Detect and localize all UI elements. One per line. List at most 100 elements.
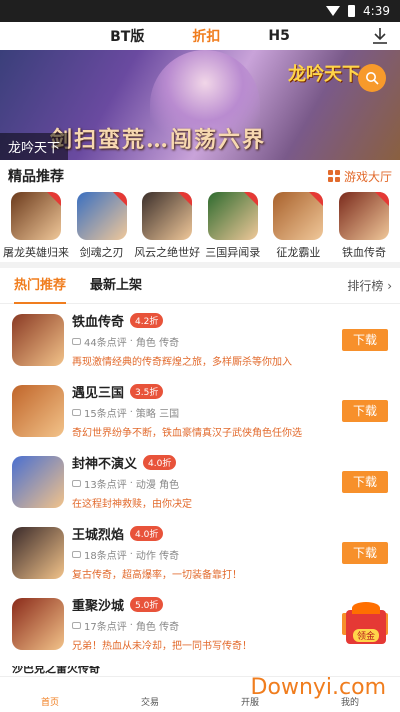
- partial-game-name: 沙巴克之雷火传奇: [12, 666, 100, 675]
- recommend-item-name: 剑魂之刃: [79, 246, 124, 259]
- game-info: 遇见三国 3.5折 15条点评 · 策略 三国 奇幻世界纷争不断，铁血豪情真汉子…: [72, 382, 342, 439]
- game-icon: [207, 192, 258, 240]
- game-icon: [12, 526, 64, 579]
- game-name: 王城烈焰: [72, 528, 125, 543]
- battery-icon: [348, 5, 356, 17]
- discount-corner-badge: [47, 192, 61, 206]
- recommend-item-name: 风云之绝世好: [134, 246, 201, 259]
- status-bar: 4:39: [0, 0, 400, 22]
- game-tags: 策略 三国: [135, 409, 180, 420]
- discount-badge: 3.5折: [130, 384, 164, 399]
- game-icon: [12, 384, 64, 437]
- list-tabs: 热门推荐 最新上架 排行榜 ›: [0, 268, 400, 304]
- game-icon: [338, 192, 389, 240]
- meta-dot: ·: [129, 478, 133, 489]
- gift-cap-icon: [352, 602, 380, 614]
- tab-new[interactable]: 最新上架: [90, 268, 142, 304]
- gift-box-icon: 领金: [346, 610, 386, 644]
- recommend-item[interactable]: 铁血传奇: [332, 188, 396, 260]
- recommend-header: 精品推荐 游戏大厅: [0, 164, 400, 188]
- banner-caption: 龙吟天下: [0, 133, 69, 160]
- game-description: 在这程封神救赎，由你决定: [72, 499, 192, 510]
- game-name: 封神不演义: [72, 457, 138, 472]
- recommend-item-name: 征龙霸业: [276, 246, 321, 259]
- game-meta: 13条点评 · 动漫 角色: [72, 476, 342, 491]
- recommend-item[interactable]: 剑魂之刃: [70, 188, 134, 260]
- discount-badge: 4.0折: [143, 455, 177, 470]
- recommend-item[interactable]: 征龙霸业: [266, 188, 330, 260]
- review-count: 13条点评: [84, 480, 127, 491]
- meta-dot: ·: [129, 336, 133, 347]
- discount-corner-badge: [112, 192, 127, 206]
- game-tags: 角色 传奇: [135, 622, 180, 633]
- game-title-line: 封神不演义 4.0折: [72, 453, 342, 472]
- recommend-item[interactable]: 风云之绝世好: [134, 188, 201, 260]
- discount-corner-badge: [178, 192, 193, 206]
- game-icon: [273, 192, 324, 240]
- game-title-line: 重聚沙城 5.0折: [72, 595, 342, 614]
- banner-logo: 龙吟天下: [288, 64, 360, 85]
- download-button[interactable]: 下载: [342, 328, 388, 351]
- comment-icon: [72, 551, 81, 558]
- game-info: 封神不演义 4.0折 13条点评 · 动漫 角色 在这程封神救赎，由你决定: [72, 453, 342, 510]
- list-item[interactable]: 封神不演义 4.0折 13条点评 · 动漫 角色 在这程封神救赎，由你决定 下载: [0, 446, 400, 517]
- game-info: 铁血传奇 4.2折 44条点评 · 角色 传奇 再现激情经典的传奇辉煌之旅，多样…: [72, 311, 342, 368]
- recommend-item[interactable]: 屠龙英雄归来: [3, 188, 69, 260]
- game-description: 奇幻世界纷争不断，铁血豪情真汉子武侠角色任你选: [72, 428, 302, 439]
- game-hall-label: 游戏大厅: [343, 169, 392, 184]
- list-item[interactable]: 重聚沙城 5.0折 17条点评 · 角色 传奇 兄弟！热血从未冷却，把一同书写传…: [0, 588, 400, 659]
- game-icon: [11, 192, 61, 240]
- game-icon: [12, 597, 64, 650]
- game-name: 铁血传奇: [72, 315, 125, 330]
- discount-corner-badge: [309, 192, 324, 206]
- game-meta: 44条点评 · 角色 传奇: [72, 334, 342, 349]
- tab-h5[interactable]: H5: [268, 28, 289, 44]
- recommend-grid: 屠龙英雄归来 剑魂之刃 风云之绝世好 三国异闻录 征龙霸业 铁血传奇: [0, 188, 400, 260]
- list-item[interactable]: 遇见三国 3.5折 15条点评 · 策略 三国 奇幻世界纷争不断，铁血豪情真汉子…: [0, 375, 400, 446]
- list-item[interactable]: 王城烈焰 4.0折 18条点评 · 动作 传奇 复古传奇，超高爆率，一切装备靠打…: [0, 517, 400, 588]
- meta-dot: ·: [129, 549, 133, 560]
- tab-bt[interactable]: BT版: [110, 26, 144, 46]
- download-button[interactable]: 下载: [342, 541, 388, 564]
- gift-float-button[interactable]: 领金: [346, 602, 386, 650]
- search-icon: [366, 72, 379, 85]
- ranking-link[interactable]: 排行榜 ›: [347, 277, 392, 294]
- status-time: 4:39: [363, 4, 390, 18]
- comment-icon: [72, 409, 81, 416]
- recommend-item[interactable]: 三国异闻录: [201, 188, 265, 260]
- recommend-title: 精品推荐: [8, 169, 64, 185]
- tab-hot[interactable]: 热门推荐: [14, 268, 67, 304]
- watermark: Downyi.com: [250, 675, 386, 700]
- review-count: 18条点评: [84, 551, 127, 562]
- recommend-item-name: 铁血传奇: [341, 246, 386, 259]
- game-list: 铁血传奇 4.2折 44条点评 · 角色 传奇 再现激情经典的传奇辉煌之旅，多样…: [0, 304, 400, 659]
- game-name: 遇见三国: [72, 386, 125, 401]
- game-icon: [12, 455, 64, 508]
- review-count: 44条点评: [84, 338, 127, 349]
- game-meta: 15条点评 · 策略 三国: [72, 405, 342, 420]
- discount-badge: 4.0折: [130, 526, 164, 541]
- download-button[interactable]: 下载: [342, 470, 388, 493]
- list-item-partial: 沙巴克之雷火传奇: [12, 666, 232, 676]
- game-info: 重聚沙城 5.0折 17条点评 · 角色 传奇 兄弟！热血从未冷却，把一同书写传…: [72, 595, 342, 652]
- game-name: 重聚沙城: [72, 599, 125, 614]
- list-item[interactable]: 铁血传奇 4.2折 44条点评 · 角色 传奇 再现激情经典的传奇辉煌之旅，多样…: [0, 304, 400, 375]
- game-icon: [142, 192, 193, 240]
- game-info: 王城烈焰 4.0折 18条点评 · 动作 传奇 复古传奇，超高爆率，一切装备靠打…: [72, 524, 342, 581]
- tab-discount[interactable]: 折扣: [192, 26, 220, 46]
- nav-trade[interactable]: 交易: [120, 695, 180, 708]
- banner[interactable]: 龙吟天下 剑扫蛮荒…闯荡六界 龙吟天下: [0, 50, 400, 160]
- game-meta: 18条点评 · 动作 传奇: [72, 547, 342, 562]
- wifi-icon: [326, 6, 341, 16]
- discount-corner-badge: [243, 192, 258, 206]
- nav-home[interactable]: 首页: [20, 695, 80, 708]
- meta-dot: ·: [129, 620, 133, 631]
- comment-icon: [72, 622, 81, 629]
- recommend-item-name: 三国异闻录: [205, 246, 261, 259]
- game-hall-link[interactable]: 游戏大厅: [327, 168, 392, 185]
- search-button[interactable]: [358, 64, 386, 92]
- discount-badge: 5.0折: [130, 597, 164, 612]
- recommend-item-name: 屠龙英雄归来: [3, 246, 69, 259]
- download-button[interactable]: 下载: [342, 399, 388, 422]
- download-icon[interactable]: [370, 26, 390, 46]
